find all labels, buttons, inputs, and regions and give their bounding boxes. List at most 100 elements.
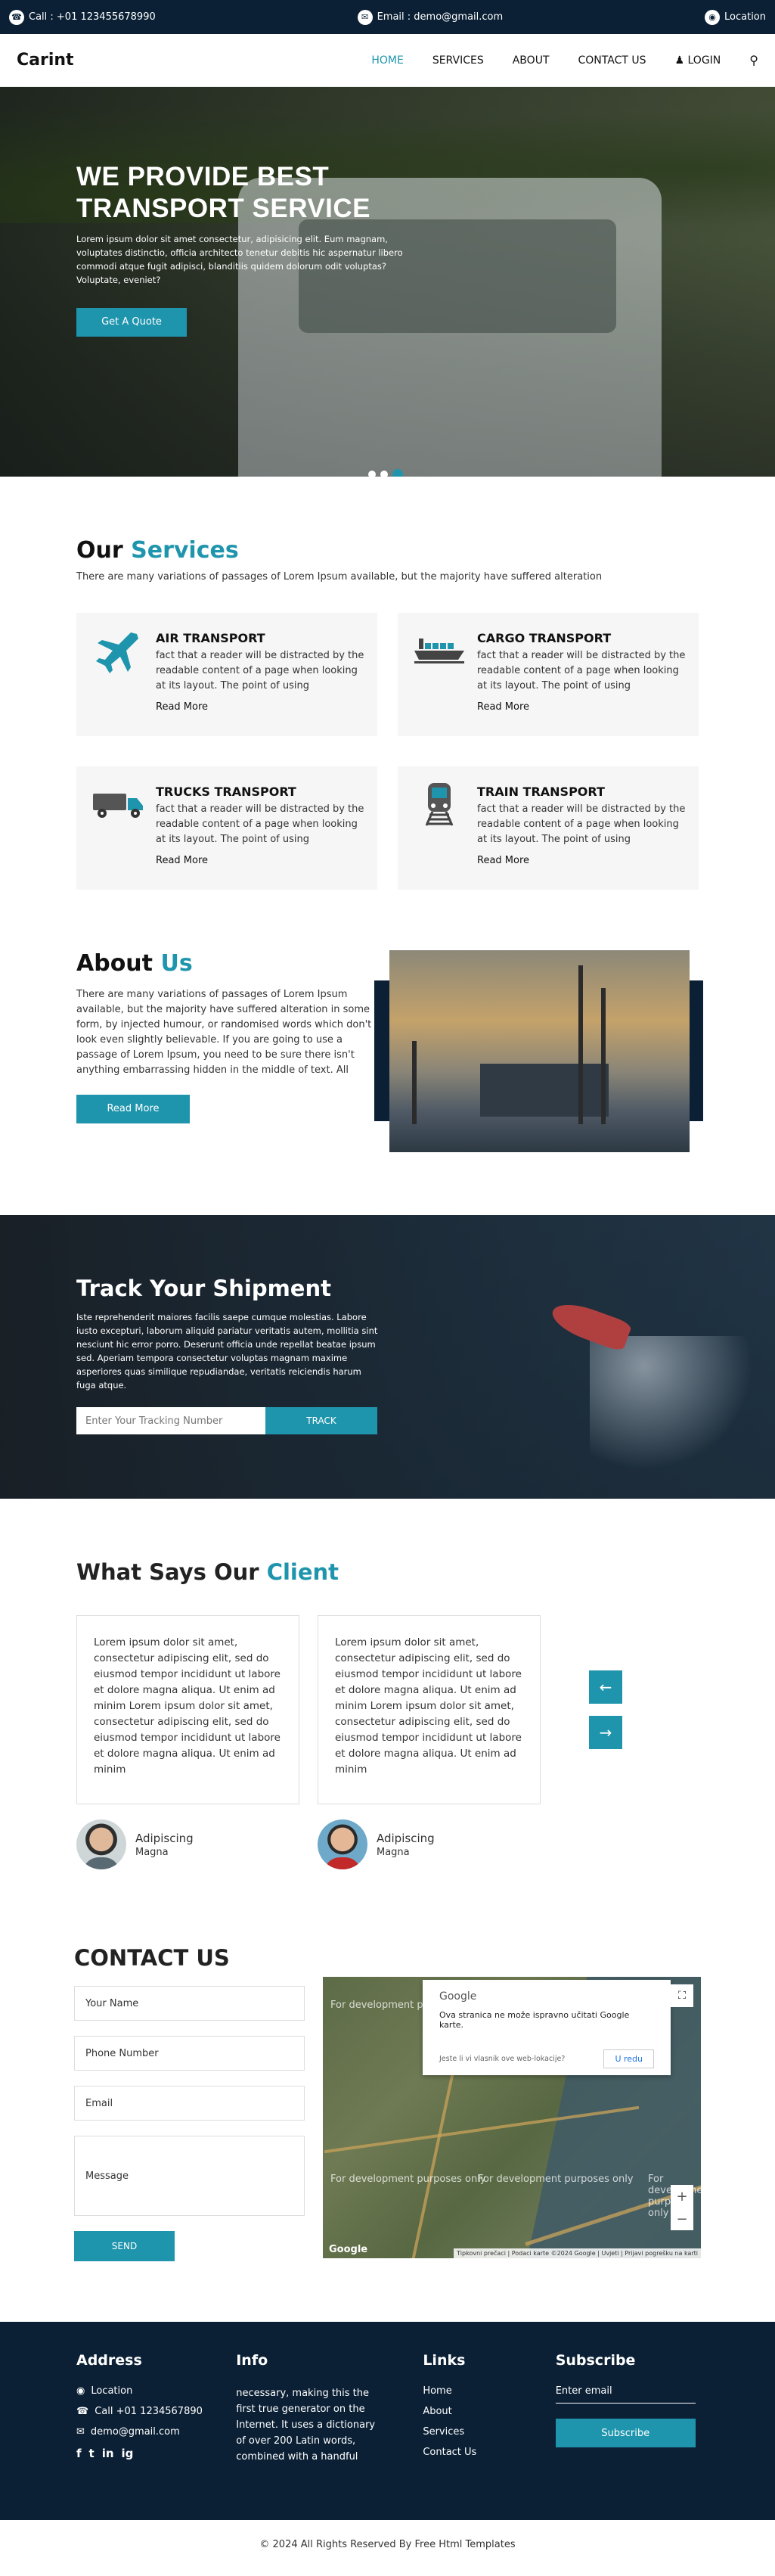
track-text: Iste reprehenderit maiores facilis saepe… bbox=[76, 1312, 378, 1391]
topbar-location-text: Location bbox=[724, 11, 766, 23]
services-title: Our Services bbox=[76, 537, 699, 564]
contact-form: CONTACT US Your Name Phone Number Email … bbox=[74, 1945, 305, 2261]
main-nav: HOME SERVICES ABOUT CONTACT US ♟ LOGIN ⚲ bbox=[371, 53, 758, 67]
testimonial-card: Lorem ipsum dolor sit amet, consectetur … bbox=[76, 1615, 299, 1804]
hero-title: WE PROVIDE BEST TRANSPORT SERVICE bbox=[76, 161, 417, 225]
footer-link-contact[interactable]: Contact Us bbox=[423, 2447, 555, 2458]
name-field[interactable]: Your Name bbox=[74, 1986, 305, 2021]
footer-phone-text: Call +01 1234567890 bbox=[95, 2406, 203, 2417]
nav-login[interactable]: ♟ LOGIN bbox=[674, 54, 721, 67]
footer-subscribe: Subscribe Enter email Subscribe bbox=[555, 2352, 699, 2520]
twitter-icon[interactable]: t bbox=[89, 2447, 95, 2460]
service-card: AIR TRANSPORT fact that a reader will be… bbox=[76, 613, 377, 736]
subscribe-email-input[interactable]: Enter email bbox=[555, 2385, 696, 2404]
send-button[interactable]: SEND bbox=[74, 2231, 175, 2261]
read-more-link[interactable]: Read More bbox=[156, 855, 367, 866]
topbar-phone[interactable]: ☎ Call : +01 123455678990 bbox=[9, 9, 156, 25]
social-links: f t in ig bbox=[76, 2447, 236, 2460]
service-text: fact that a reader will be distracted by… bbox=[156, 803, 364, 845]
footer-link-services[interactable]: Services bbox=[423, 2426, 555, 2438]
slider-dot-3[interactable] bbox=[392, 469, 403, 477]
airplane-icon bbox=[91, 628, 144, 673]
read-more-link[interactable]: Read More bbox=[156, 701, 367, 713]
popup-ok-button[interactable]: U redu bbox=[603, 2049, 654, 2068]
footer-link-home[interactable]: Home bbox=[423, 2385, 555, 2397]
nav-home[interactable]: HOME bbox=[371, 54, 403, 67]
fullscreen-icon[interactable]: ⛶ bbox=[671, 1984, 693, 2007]
footer-link-about[interactable]: About bbox=[423, 2406, 555, 2417]
client-title: What Says Our Client bbox=[76, 1559, 699, 1585]
phone-field[interactable]: Phone Number bbox=[74, 2036, 305, 2071]
message-field[interactable]: Message bbox=[74, 2136, 305, 2216]
nav-services[interactable]: SERVICES bbox=[432, 54, 484, 67]
services-section: Our Services There are many variations o… bbox=[0, 477, 775, 920]
next-arrow-button[interactable]: → bbox=[589, 1716, 622, 1749]
hero-text: Lorem ipsum dolor sit amet consectetur, … bbox=[76, 234, 403, 285]
nav-about[interactable]: ABOUT bbox=[513, 54, 550, 67]
topbar-phone-text: Call : +01 123455678990 bbox=[29, 11, 156, 23]
about-text: There are many variations of passages of… bbox=[76, 989, 372, 1076]
phone-icon: ☎ bbox=[9, 9, 24, 25]
zoom-in-button[interactable]: + bbox=[671, 2185, 693, 2208]
google-map[interactable]: For development purposes only For develo… bbox=[323, 1977, 701, 2258]
footer-links: Links Home About Services Contact Us bbox=[423, 2352, 555, 2520]
track-section: Track Your Shipment Iste reprehenderit m… bbox=[0, 1215, 775, 1499]
footer-address: Address ◉ Location ☎ Call +01 1234567890… bbox=[76, 2352, 236, 2520]
map-attribution[interactable]: Tipkovni prečaci | Podaci karte ©2024 Go… bbox=[454, 2248, 701, 2258]
about-title-plain: About bbox=[76, 950, 161, 977]
service-card: CARGO TRANSPORT fact that a reader will … bbox=[398, 613, 699, 736]
email-field[interactable]: Email bbox=[74, 2086, 305, 2121]
subscribe-button[interactable]: Subscribe bbox=[555, 2419, 696, 2447]
track-title: Track Your Shipment bbox=[76, 1276, 331, 1301]
read-more-link[interactable]: Read More bbox=[477, 855, 689, 866]
testimonial-author: Adipiscing Magna bbox=[318, 1819, 541, 1869]
truck-icon bbox=[91, 782, 144, 827]
popup-footer: Jeste li vi vlasnik ove web-lokacije? U … bbox=[439, 2049, 654, 2068]
topbar-email[interactable]: ✉ Email : demo@gmail.com bbox=[357, 9, 504, 25]
instagram-icon[interactable]: ig bbox=[122, 2447, 134, 2460]
footer-email-text: demo@gmail.com bbox=[90, 2426, 180, 2438]
facebook-icon[interactable]: f bbox=[76, 2447, 82, 2460]
track-button[interactable]: TRACK bbox=[265, 1407, 377, 1434]
popup-question: Jeste li vi vlasnik ove web-lokacije? bbox=[439, 2055, 566, 2063]
footer-info-title: Info bbox=[236, 2352, 268, 2369]
service-title: TRAIN TRANSPORT bbox=[477, 785, 605, 799]
get-quote-button[interactable]: Get A Quote bbox=[76, 308, 187, 337]
hero-title-line1: WE PROVIDE BEST bbox=[76, 162, 330, 191]
brand-logo[interactable]: Carint bbox=[17, 51, 74, 70]
crane-shape bbox=[601, 988, 606, 1124]
service-text: fact that a reader will be distracted by… bbox=[156, 650, 364, 691]
about-title-accent: Us bbox=[160, 950, 193, 977]
envelope-icon: ✉ bbox=[357, 9, 373, 25]
services-title-plain: Our bbox=[76, 537, 132, 564]
topbar-location[interactable]: ◉ Location bbox=[705, 9, 766, 25]
map-zoom-controls: + − bbox=[671, 2185, 693, 2230]
linkedin-icon[interactable]: in bbox=[102, 2447, 114, 2460]
copyright: © 2024 All Rights Reserved By Free Html … bbox=[259, 2539, 516, 2550]
tracking-number-input[interactable] bbox=[76, 1407, 265, 1434]
avatar bbox=[318, 1819, 367, 1869]
footer-subscribe-title: Subscribe bbox=[555, 2352, 636, 2369]
zoom-out-button[interactable]: − bbox=[671, 2208, 693, 2230]
search-icon[interactable]: ⚲ bbox=[749, 53, 758, 67]
footer-email[interactable]: ✉ demo@gmail.com bbox=[76, 2426, 236, 2438]
topbar-email-text: Email : demo@gmail.com bbox=[377, 11, 504, 23]
slider-dot-2[interactable] bbox=[380, 471, 388, 477]
footer-location[interactable]: ◉ Location bbox=[76, 2385, 236, 2397]
service-card: TRUCKS TRANSPORT fact that a reader will… bbox=[76, 766, 377, 890]
slider-dot-1[interactable] bbox=[368, 471, 376, 477]
testimonial-card: Lorem ipsum dolor sit amet, consectetur … bbox=[318, 1615, 541, 1804]
nav-contact[interactable]: CONTACT US bbox=[578, 54, 646, 67]
cargo-ship-icon bbox=[413, 628, 466, 673]
footer-phone[interactable]: ☎ Call +01 1234567890 bbox=[76, 2406, 236, 2417]
client-title-plain: What Says Our bbox=[76, 1559, 267, 1585]
nav-login-label: LOGIN bbox=[687, 54, 721, 67]
slider-indicators bbox=[368, 469, 403, 477]
testimonial-author: Adipiscing Magna bbox=[76, 1819, 299, 1869]
prev-arrow-button[interactable]: ← bbox=[589, 1670, 622, 1704]
map-dev-watermark: For development purposes only bbox=[478, 2174, 634, 2185]
service-title: CARGO TRANSPORT bbox=[477, 631, 612, 645]
about-read-more-button[interactable]: Read More bbox=[76, 1095, 190, 1123]
phone-icon: ☎ bbox=[76, 2406, 89, 2417]
read-more-link[interactable]: Read More bbox=[477, 701, 689, 713]
